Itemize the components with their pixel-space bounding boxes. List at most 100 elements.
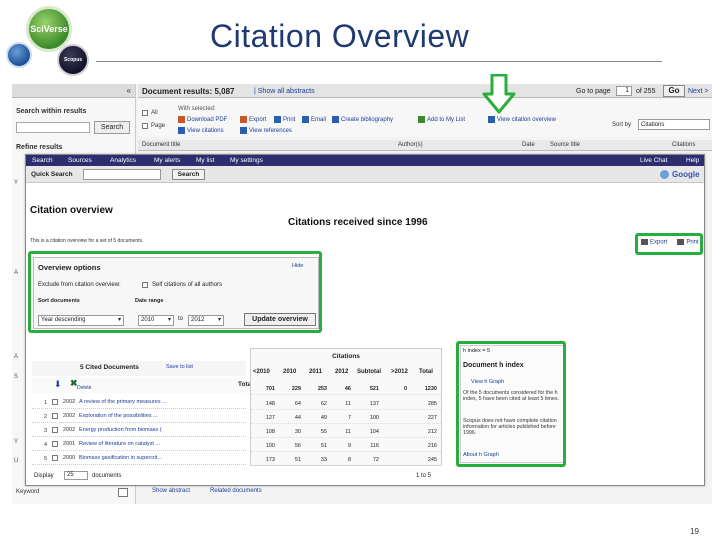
view-citation-overview-action[interactable]: View citation overview — [488, 116, 556, 123]
column-document-title[interactable]: Document title — [142, 142, 180, 148]
sort-arrow-icon[interactable]: ⬇ — [54, 379, 62, 390]
row-title-link[interactable]: Biomass gasification in supercrit... — [79, 455, 162, 461]
table-row: 2 2002 Exploration of the possibilities ..… — [32, 409, 246, 423]
related-documents-link[interactable]: Related documents — [210, 488, 262, 494]
year-header[interactable]: >2012 — [391, 369, 408, 375]
pdf-icon — [178, 116, 185, 123]
google-link[interactable]: Google — [672, 170, 700, 179]
cell: 7 — [347, 415, 351, 421]
cell: 11 — [345, 429, 351, 435]
sort-by-select[interactable]: Citations — [638, 119, 710, 130]
nav-my-settings[interactable]: My settings — [230, 157, 263, 164]
results-column-header: Document title Author(s) Date Source tit… — [138, 140, 712, 151]
nav-help[interactable]: Help — [686, 157, 699, 164]
print-action[interactable]: Print — [274, 116, 295, 123]
download-pdf-action[interactable]: Download PDF — [178, 116, 227, 123]
blue-globe-logo — [6, 42, 32, 68]
facet-letter: A — [14, 354, 19, 360]
create-bibliography-action[interactable]: Create bibliography — [332, 116, 393, 123]
column-authors[interactable]: Author(s) — [398, 142, 423, 148]
highlight-h-index — [456, 341, 566, 467]
bibliography-icon — [332, 116, 339, 123]
quick-search-button[interactable]: Search — [172, 169, 205, 180]
row-title-link[interactable]: A review of the primary measures ... — [79, 399, 167, 405]
result-links: Show abstract Related documents — [152, 488, 262, 494]
collapse-sidebar-button[interactable]: « — [127, 86, 131, 95]
cell: 253 — [317, 386, 327, 392]
cell: 55 — [320, 429, 327, 435]
year-header: Total — [419, 369, 433, 375]
view-references-action[interactable]: View references — [240, 127, 292, 134]
view-citations-action[interactable]: View citations — [178, 127, 224, 134]
year-header[interactable]: 2010 — [283, 369, 296, 375]
add-to-my-list-action[interactable]: Add to My List — [418, 116, 465, 123]
display-count-select[interactable]: 25 — [64, 471, 88, 480]
nav-analytics[interactable]: Analytics — [110, 157, 136, 164]
cell: 0 — [403, 386, 407, 392]
nav-sources[interactable]: Sources — [68, 157, 92, 164]
action-label: Create bibliography — [341, 116, 394, 123]
export-icon — [240, 116, 247, 123]
row-checkbox[interactable] — [52, 413, 58, 419]
cell: 100 — [265, 443, 275, 449]
cell: 285 — [427, 401, 437, 407]
quick-search-bar: Quick Search Search Google — [26, 166, 704, 183]
row-checkbox[interactable] — [52, 427, 58, 433]
show-abstract-link[interactable]: Show abstract — [152, 488, 190, 494]
select-all-checkbox[interactable]: All — [142, 110, 158, 116]
cited-documents-count: 5 Cited Documents — [80, 364, 139, 371]
action-label: View citation overview — [497, 116, 556, 123]
table-row: 148 64 62 11 137 285 — [251, 397, 441, 410]
citations-table: Citations <2010 2010 2011 2012 Subtotal … — [250, 348, 442, 466]
checkbox-icon — [142, 110, 148, 116]
row-title-link[interactable]: Review of literature on catalyst ... — [79, 441, 160, 447]
year-header[interactable]: 2012 — [335, 369, 348, 375]
go-button[interactable]: Go — [663, 85, 685, 97]
action-label: Email — [311, 116, 327, 123]
select-page-checkbox[interactable]: Page — [142, 123, 165, 129]
print-icon — [274, 116, 281, 123]
show-all-abstracts-link[interactable]: | Show all abstracts — [254, 88, 315, 95]
save-to-list-link[interactable]: Save to list — [166, 364, 193, 370]
page-number-input[interactable]: 1 — [616, 86, 632, 96]
cell: 229 — [291, 386, 301, 392]
search-within-input[interactable] — [16, 122, 90, 133]
row-number: 4 — [44, 442, 48, 448]
search-within-button[interactable]: Search — [94, 121, 130, 134]
cell: 116 — [370, 443, 379, 449]
column-source-title[interactable]: Source title — [550, 142, 580, 148]
email-action[interactable]: Email — [302, 116, 326, 123]
table-row: 108 30 55 11 104 212 — [251, 425, 441, 438]
quick-search-input[interactable] — [83, 169, 161, 180]
delete-label[interactable]: Delete — [77, 385, 91, 391]
table-row: 1 2002 A review of the primary measures ..… — [32, 395, 246, 409]
next-page-link[interactable]: Next > — [688, 88, 708, 95]
column-date[interactable]: Date — [522, 142, 535, 148]
nav-live-chat[interactable]: Live Chat — [640, 157, 667, 164]
cell: 148 — [265, 401, 275, 407]
keyword-facet-toggle[interactable] — [118, 488, 128, 497]
row-checkbox[interactable] — [52, 441, 58, 447]
column-citations[interactable]: Citations — [672, 142, 695, 148]
references-icon — [240, 127, 247, 134]
results-bar: Document results: 5,087 | Show all abstr… — [138, 84, 712, 98]
year-header[interactable]: <2010 — [253, 369, 270, 375]
google-icon — [660, 170, 669, 179]
row-title-link[interactable]: Exploration of the possibilities ... — [79, 413, 158, 419]
row-checkbox[interactable] — [52, 399, 58, 405]
with-selected-label: With selected: — [178, 106, 216, 112]
nav-my-list[interactable]: My list — [196, 157, 214, 164]
export-action[interactable]: Export — [240, 116, 266, 123]
nav-my-alerts[interactable]: My alerts — [154, 157, 180, 164]
cell: 521 — [369, 386, 379, 392]
year-header[interactable]: 2011 — [309, 369, 322, 375]
table-row: 100 56 51 9 116 216 — [251, 439, 441, 452]
total-citations-row: 701 229 253 46 521 0 1230 — [251, 382, 441, 395]
page-range-label: 1 to 5 — [416, 473, 432, 479]
row-title-link[interactable]: Energy production from biomass ( — [79, 427, 162, 433]
highlight-export-print — [635, 233, 703, 255]
action-label: Add to My List — [427, 116, 466, 123]
row-checkbox[interactable] — [52, 455, 58, 461]
nav-search[interactable]: Search — [32, 157, 53, 164]
table-row: 3 2002 Energy production from biomass ( — [32, 423, 246, 437]
